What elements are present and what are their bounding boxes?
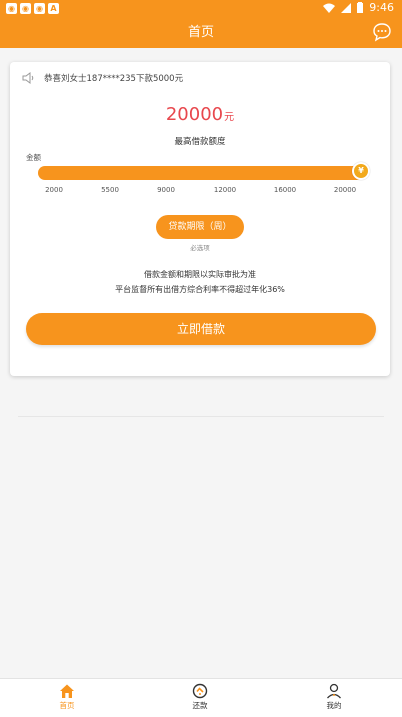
page-title: 首页 <box>187 25 214 40</box>
divider <box>18 416 384 417</box>
required-hint: 必选项 <box>190 244 210 252</box>
repay-icon <box>192 683 208 699</box>
borrow-now-button[interactable]: 立即借款 <box>26 313 376 345</box>
battery-icon <box>357 2 364 13</box>
tick-label: 16000 <box>273 186 297 194</box>
tab-mine[interactable]: 我的 <box>304 681 364 711</box>
loan-amount-unit: 元 <box>224 112 235 123</box>
wifi-icon <box>323 3 336 13</box>
home-icon <box>60 684 74 698</box>
interest-note: 平台监督所有出借方综合利率不得超过年化36% <box>115 285 285 294</box>
tick-label: 5500 <box>101 186 119 194</box>
tab-label: 我的 <box>326 701 342 710</box>
max-amount-label: 最高借款额度 <box>174 137 226 147</box>
loan-amount: 20000元 <box>10 104 390 125</box>
tab-home[interactable]: 首页 <box>37 681 97 711</box>
tick-label: 9000 <box>157 186 175 194</box>
notice-text: 恭喜刘女士187****235下款5000元 <box>44 74 184 84</box>
amount-label: 金额 <box>26 153 41 162</box>
chat-bubble-icon[interactable] <box>372 22 392 42</box>
status-bar: ◉ ◉ ◉ A 9:46 <box>0 0 402 18</box>
app-notification-icon: ◉ <box>6 3 17 14</box>
amount-slider[interactable]: ¥ <box>38 162 370 180</box>
approval-note: 借款金额和期限以实际审批为准 <box>144 270 256 279</box>
tick-label: 20000 <box>333 186 357 194</box>
speaker-icon <box>22 72 34 84</box>
tab-repay[interactable]: 还款 <box>170 681 230 711</box>
signal-icon <box>341 2 352 13</box>
app-header: 首页 <box>0 18 402 48</box>
app-notification-icon: ◉ <box>34 3 45 14</box>
loan-period-button[interactable]: 贷款期限（周） <box>156 215 244 239</box>
bottom-tab-bar: 首页 还款 我的 <box>0 678 402 717</box>
app-notification-icon: ◉ <box>20 3 31 14</box>
status-time: 9:46 <box>369 1 394 14</box>
tick-label: 2000 <box>45 186 63 194</box>
tick-label: 12000 <box>213 186 237 194</box>
notification-icons: ◉ ◉ ◉ A <box>6 3 59 14</box>
slider-thumb[interactable]: ¥ <box>352 162 370 180</box>
user-icon <box>327 683 341 699</box>
loan-card: 恭喜刘女士187****235下款5000元 20000元 最高借款额度 金额 … <box>10 62 390 376</box>
tab-label: 首页 <box>59 701 75 710</box>
loan-amount-value: 20000 <box>165 104 224 125</box>
tab-label: 还款 <box>192 701 208 710</box>
status-right: 9:46 <box>323 1 394 14</box>
a-notification-icon: A <box>48 3 59 14</box>
notice-bar: 恭喜刘女士187****235下款5000元 <box>22 72 183 84</box>
